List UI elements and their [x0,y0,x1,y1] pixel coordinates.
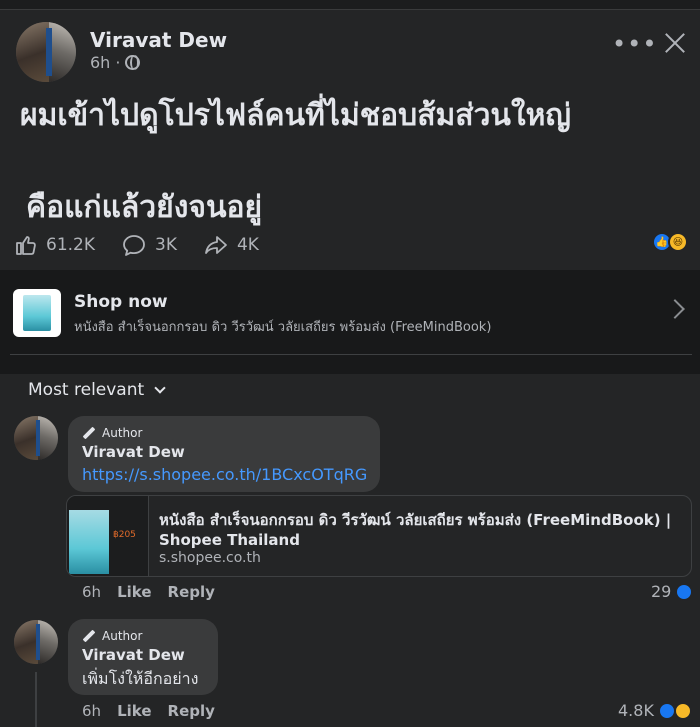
close-icon[interactable] [662,30,688,56]
top-edge [0,0,700,10]
link-preview-card[interactable]: ฿205 หนังสือ สำเร็จนอกกรอบ ดิว วีรวัฒน์ … [66,495,692,577]
like-icon [16,236,36,255]
shop-thumbnail [13,289,61,337]
comment-avatar[interactable] [14,620,58,664]
share-stat[interactable]: 4K [203,233,259,257]
link-preview-domain: s.shopee.co.th [159,550,261,566]
comment-like-button[interactable]: Like [117,702,151,720]
post-meta: 6h · [90,53,141,72]
comment-text: เพิ่มโง่ให้อีกอย่าง [82,669,199,688]
chevron-down-icon [154,382,166,394]
meta-dot: · [115,53,121,72]
like-reaction-icon [657,701,676,720]
post-header: Viravat Dew 6h · ••• [0,12,700,92]
comment-time[interactable]: 6h [82,583,101,601]
comment-actions: 6h Like Reply [82,583,215,601]
comment-bubble: Author Viravat Dew https://s.shopee.co.t… [68,416,380,492]
comment-sort-dropdown[interactable]: Most relevant [28,380,166,400]
globe-icon [125,55,141,70]
divider [10,354,692,355]
haha-reaction-icon: 😆 [668,232,688,252]
post-text-line1: ผมเข้าไปดูโปรไฟล์คนที่ไม่ชอบส้มส่วนใหญ่ [20,98,571,133]
shop-description: หนังสือ สำเร็จนอกกรอบ ดิว วีรวัฒน์ วลัยเ… [74,320,492,335]
like-reaction-icon [675,582,694,601]
chevron-right-icon [665,299,685,319]
post-text-line2: คือแก่แล้วยังจนอยู่ [26,190,263,225]
post-text: ผมเข้าไปดูโปรไฟล์คนที่ไม่ชอบส้มส่วนใหญ่ … [20,92,571,232]
author-badge-label: Author [102,629,143,643]
comment-time[interactable]: 6h [82,702,101,720]
comment-link[interactable]: https://s.shopee.co.th/1BCxcOTqRG [82,465,367,484]
comment-actions: 6h Like Reply [82,702,215,720]
link-preview-title: หนังสือ สำเร็จนอกกรอบ ดิว วีรวัฒน์ วลัยเ… [159,511,672,549]
pencil-icon [82,629,96,643]
comment-icon [123,235,145,256]
post-author-name[interactable]: Viravat Dew [90,28,227,52]
comment-reaction-count[interactable]: 4.8K [618,701,692,720]
comment-count: 3K [155,235,177,255]
comment-author-name[interactable]: Viravat Dew [82,646,204,664]
reaction-count-value: 29 [651,582,672,601]
share-count: 4K [236,235,259,255]
comment-stat[interactable]: 3K [121,233,177,257]
author-badge-label: Author [102,426,143,440]
like-count: 61.2K [46,235,95,255]
author-avatar[interactable] [16,22,76,82]
author-badge: Author [82,629,204,643]
post-time[interactable]: 6h [90,53,110,72]
author-badge: Author [82,426,366,440]
link-preview-thumbnail: ฿205 [67,496,149,576]
reply-thread-line [35,672,37,727]
comment-author-name[interactable]: Viravat Dew [82,443,366,461]
like-stat[interactable]: 61.2K [14,233,95,257]
comment-bubble: Author Viravat Dew เพิ่มโง่ให้อีกอย่าง [68,619,218,695]
more-icon[interactable]: ••• [612,32,657,56]
comment-avatar[interactable] [14,416,58,460]
comment-reply-button[interactable]: Reply [168,583,215,601]
comment-reply-button[interactable]: Reply [168,702,215,720]
reaction-count-value: 4.8K [618,701,654,720]
shop-now-banner[interactable]: Shop now หนังสือ สำเร็จนอกกรอบ ดิว วีรวั… [0,270,700,374]
sort-label: Most relevant [28,380,145,400]
post-stats: 61.2K 3K 4K 👍 😆 [14,230,694,260]
reaction-icons[interactable]: 👍 😆 [652,232,688,252]
comment-reaction-count[interactable]: 29 [651,582,694,601]
pencil-icon [82,426,96,440]
haha-reaction-icon [673,701,692,720]
share-icon [205,236,227,254]
comment-like-button[interactable]: Like [117,583,151,601]
shop-title: Shop now [74,292,168,312]
